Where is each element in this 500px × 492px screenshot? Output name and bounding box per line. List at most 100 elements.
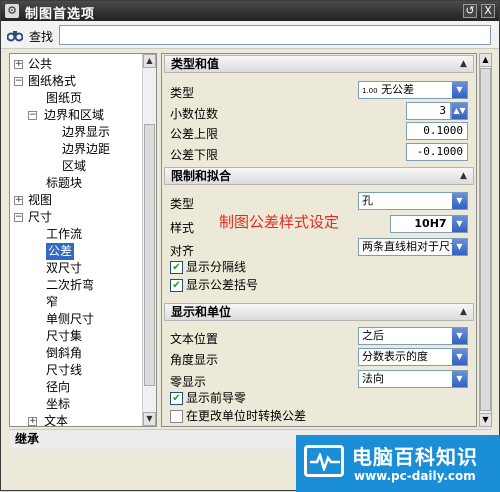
style-select[interactable]: 10H7 ▼ — [390, 215, 468, 233]
collapse-icon[interactable]: ▲ — [458, 307, 469, 317]
scroll-down-icon[interactable]: ▼ — [480, 413, 491, 426]
fit-type-label: 类型 — [170, 197, 195, 211]
expand-icon[interactable]: + — [14, 60, 23, 69]
align-label: 对齐 — [170, 244, 195, 258]
tree-item[interactable]: 尺寸集 — [46, 328, 82, 345]
style-label: 样式 — [170, 221, 195, 235]
tree-item[interactable]: 标题块 — [46, 175, 82, 192]
tree-item[interactable]: 边界和区域 — [44, 107, 104, 124]
tree-item[interactable]: 图纸页 — [46, 90, 82, 107]
text-position-value: 之后 — [362, 329, 384, 342]
search-input[interactable] — [59, 25, 491, 45]
chevron-down-icon[interactable]: ▼ — [452, 371, 467, 387]
spinner-icon[interactable]: ▲▼ — [452, 103, 467, 119]
monitor-icon — [304, 445, 344, 477]
chevron-down-icon[interactable]: ▼ — [452, 193, 467, 209]
tree-item[interactable]: 边界边距 — [62, 141, 110, 158]
tree-item[interactable]: 区域 — [62, 158, 86, 175]
tolerance-type-select[interactable]: 1.00 无公差 ▼ — [358, 81, 468, 99]
decimals-input[interactable]: 3 — [406, 102, 451, 120]
collapse-icon[interactable]: ▲ — [458, 171, 469, 181]
window-title: 制图首选项 — [25, 7, 96, 22]
category-tree: + 公共 − 图纸格式 图纸页 − 边界和区域 边界显示 边界边距 区域 标题块 + 视图 − 尺寸 工作流公… — [9, 53, 157, 427]
collapse-icon[interactable]: ▲ — [458, 59, 469, 69]
tree-item[interactable]: 双尺寸 — [46, 260, 82, 277]
search-label: 查找 — [29, 30, 54, 44]
tree-item[interactable]: 二次折弯 — [46, 277, 94, 294]
chevron-down-icon[interactable]: ▼ — [452, 328, 467, 344]
red-annotation: 制图公差样式设定 — [219, 213, 340, 231]
tree-item[interactable]: 文本 — [44, 413, 68, 426]
settings-panel: 类型和值 ▲ 类型 1.00 无公差 ▼ 小数位数 3 ▲▼ 公差上限 0.10… — [161, 53, 477, 427]
tree-item[interactable]: 坐标 — [46, 396, 70, 413]
upper-limit-input[interactable]: 0.1000 — [406, 122, 468, 140]
collapse-icon[interactable]: − — [28, 111, 37, 120]
section-type-value[interactable]: 类型和值 ▲ — [164, 55, 474, 73]
tree-item[interactable]: 尺寸 — [28, 209, 52, 226]
checkbox-icon[interactable] — [170, 410, 183, 423]
leading-zero-label: 显示前导零 — [186, 391, 247, 405]
scroll-up-icon[interactable]: ▲ — [143, 54, 156, 68]
angle-display-select[interactable]: 分数表示的度 ▼ — [358, 348, 468, 366]
binoculars-icon — [6, 28, 24, 42]
collapse-icon[interactable]: − — [14, 77, 23, 86]
checkbox-icon[interactable]: ✔ — [170, 261, 183, 274]
tree-item[interactable]: 窄 — [46, 294, 58, 311]
panel-scrollbar[interactable]: ▲ ▼ — [479, 53, 492, 427]
type-label: 类型 — [170, 86, 195, 100]
checkbox-icon[interactable]: ✔ — [170, 392, 183, 405]
chevron-down-icon[interactable]: ▼ — [452, 216, 467, 232]
tree-item[interactable]: 径向 — [46, 379, 70, 396]
tree-item[interactable]: 公差 — [46, 243, 75, 260]
align-select[interactable]: 两条直线相对于尺寸 ▼ — [358, 238, 468, 256]
style-value: 10H7 — [414, 217, 447, 230]
gear-icon[interactable]: ⚙ — [5, 4, 19, 18]
watermark-logo: 电脑百科知识 www.pc-daily.com — [296, 435, 500, 492]
show-brackets-label: 显示公差括号 — [186, 278, 259, 292]
decimals-label: 小数位数 — [170, 107, 219, 121]
section-limits-fits[interactable]: 限制和拟合 ▲ — [164, 167, 474, 185]
angle-display-label: 角度显示 — [170, 353, 219, 367]
scroll-thumb[interactable] — [144, 124, 155, 386]
close-button[interactable]: X — [481, 4, 495, 18]
preferences-window: ⚙ 制图首选项 ↺ X 查找 + 公共 − 图纸格式 图纸页 − 边界和区域 边界显示 边界边距… — [0, 0, 500, 492]
decimals-spinner[interactable]: ▲▼ — [451, 102, 468, 120]
tree-item[interactable]: 工作流 — [46, 226, 82, 243]
tree-item[interactable]: 单侧尺寸 — [46, 311, 94, 328]
title-bar: ⚙ 制图首选项 ↺ X — [1, 1, 499, 22]
expand-icon[interactable]: + — [28, 417, 37, 426]
restore-icon[interactable]: ↺ — [463, 4, 477, 18]
tree-item[interactable]: 视图 — [28, 192, 52, 209]
tree-scrollbar[interactable]: ▲ ▼ — [142, 54, 156, 426]
text-position-label: 文本位置 — [170, 332, 219, 346]
tree-item[interactable]: 尺寸线 — [46, 362, 82, 379]
scroll-down-icon[interactable]: ▼ — [143, 412, 156, 426]
chevron-down-icon[interactable]: ▼ — [452, 239, 467, 255]
tree-item[interactable]: 边界显示 — [62, 124, 110, 141]
expand-icon[interactable]: + — [14, 196, 23, 205]
tree-item[interactable]: 公共 — [28, 56, 52, 73]
tree-item[interactable]: 倒斜角 — [46, 345, 82, 362]
align-value: 两条直线相对于尺寸 — [362, 240, 461, 253]
scroll-up-icon[interactable]: ▲ — [480, 54, 491, 67]
checkbox-icon[interactable]: ✔ — [170, 279, 183, 292]
fit-type-select[interactable]: 孔 ▼ — [358, 192, 468, 210]
tree-item[interactable]: 图纸格式 — [28, 73, 76, 90]
search-bar: 查找 — [1, 21, 499, 49]
lower-limit-input[interactable]: -0.1000 — [406, 143, 468, 161]
section-display-units[interactable]: 显示和单位 ▲ — [164, 303, 474, 321]
scroll-thumb[interactable] — [480, 68, 491, 411]
collapse-icon[interactable]: − — [14, 213, 23, 222]
chevron-down-icon[interactable]: ▼ — [452, 349, 467, 365]
angle-display-value: 分数表示的度 — [362, 350, 428, 363]
fit-type-value: 孔 — [362, 194, 373, 207]
zero-display-select[interactable]: 法向 ▼ — [358, 370, 468, 388]
text-position-select[interactable]: 之后 ▼ — [358, 327, 468, 345]
watermark-title: 电脑百科知识 — [352, 445, 478, 469]
chevron-down-icon[interactable]: ▼ — [452, 82, 467, 98]
zero-display-label: 零显示 — [170, 375, 207, 389]
watermark-url: www.pc-daily.com — [354, 469, 476, 483]
tolerance-type-value: 无公差 — [381, 83, 415, 96]
upper-limit-label: 公差上限 — [170, 127, 219, 141]
convert-units-label: 在更改单位时转换公差 — [186, 409, 307, 423]
